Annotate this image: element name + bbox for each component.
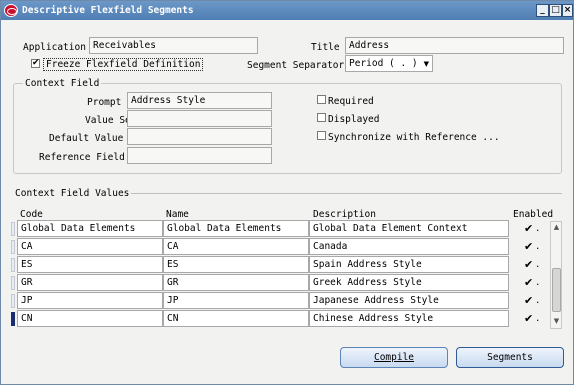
segment-separator-label: Segment Separator (247, 60, 345, 71)
default-value-label: Default Value (49, 133, 124, 144)
row-indicator[interactable] (11, 222, 15, 236)
name-cell[interactable]: GR (163, 274, 309, 291)
title-field[interactable]: Address (345, 37, 564, 54)
description-cell[interactable]: Japanese Address Style (309, 292, 509, 309)
title-label: Title (311, 42, 340, 53)
table-scrollbar[interactable]: ▲ ▼ (550, 221, 562, 329)
minimize-button[interactable]: _ (536, 4, 549, 17)
close-button[interactable]: × (562, 4, 573, 17)
name-cell[interactable]: ES (163, 256, 309, 273)
compile-button-label: Compile (373, 352, 415, 363)
prompt-label: Prompt (87, 97, 122, 108)
freeze-checkbox[interactable]: ✔ (31, 59, 40, 68)
column-header-code: Code (20, 209, 43, 220)
maximize-button[interactable]: □ (549, 4, 562, 17)
enabled-dot: . (535, 260, 541, 270)
synchronize-label: Synchronize with Reference ... (328, 132, 500, 143)
enabled-checkbox[interactable]: ✔ (524, 295, 533, 306)
description-cell[interactable]: Spain Address Style (309, 256, 509, 273)
scroll-up-icon[interactable]: ▲ (552, 223, 561, 233)
window-title: Descriptive Flexfield Segments (22, 5, 194, 16)
context-field-values-title: Context Field Values (13, 188, 132, 199)
row-indicator[interactable] (11, 258, 15, 272)
reference-field-field[interactable] (127, 147, 272, 164)
context-field-group-title: Context Field (23, 78, 102, 89)
segment-separator-value: Period ( . ) (349, 58, 418, 69)
oracle-logo-icon (4, 4, 18, 17)
scrollbar-thumb[interactable] (552, 268, 561, 312)
segment-separator-select[interactable]: Period ( . ) ▼ (345, 55, 433, 72)
compile-button[interactable]: Compile (340, 347, 448, 368)
description-cell[interactable]: Canada (309, 238, 509, 255)
name-cell[interactable]: CA (163, 238, 309, 255)
enabled-dot: . (535, 224, 541, 234)
segments-button[interactable]: Segments (456, 347, 564, 368)
enabled-checkbox[interactable]: ✔ (524, 223, 533, 234)
column-header-description: Description (313, 209, 376, 220)
title-bar: Descriptive Flexfield Segments _ □ × (1, 1, 573, 20)
code-cell[interactable]: GR (17, 274, 163, 291)
code-cell[interactable]: CN (17, 310, 163, 327)
code-cell[interactable]: JP (17, 292, 163, 309)
application-label: Application (23, 42, 86, 53)
name-cell[interactable]: Global Data Elements (163, 220, 309, 237)
displayed-label: Displayed (328, 114, 380, 125)
value-set-field[interactable] (127, 110, 272, 127)
code-cell[interactable]: ES (17, 256, 163, 273)
enabled-dot: . (535, 242, 541, 252)
required-checkbox[interactable] (317, 95, 326, 104)
checkmark-icon: ✔ (32, 58, 40, 68)
description-cell[interactable]: Chinese Address Style (309, 310, 509, 327)
row-indicator[interactable] (11, 294, 15, 308)
enabled-dot: . (535, 314, 541, 324)
enabled-dot: . (535, 296, 541, 306)
enabled-checkbox[interactable]: ✔ (524, 277, 533, 288)
enabled-dot: . (535, 278, 541, 288)
freeze-label: Freeze Flexfield Definition (43, 58, 204, 71)
default-value-field[interactable] (127, 128, 272, 145)
reference-field-label: Reference Field (39, 152, 125, 163)
row-indicator[interactable] (11, 276, 15, 290)
enabled-checkbox[interactable]: ✔ (524, 241, 533, 252)
description-cell[interactable]: Global Data Element Context (309, 220, 509, 237)
scroll-down-icon[interactable]: ▼ (552, 317, 561, 327)
column-header-enabled: Enabled (513, 209, 554, 220)
enabled-checkbox[interactable]: ✔ (524, 259, 533, 270)
descriptive-flexfield-segments-window: Descriptive Flexfield Segments _ □ × App… (0, 0, 574, 385)
segments-button-label: Segments (487, 352, 533, 363)
enabled-checkbox[interactable]: ✔ (524, 313, 533, 324)
synchronize-checkbox[interactable] (317, 131, 326, 140)
row-indicator[interactable] (11, 240, 15, 254)
name-cell[interactable]: JP (163, 292, 309, 309)
description-cell[interactable]: Greek Address Style (309, 274, 509, 291)
name-cell[interactable]: CN (163, 310, 309, 327)
application-field[interactable]: Receivables (89, 37, 258, 54)
required-label: Required (328, 96, 374, 107)
code-cell[interactable]: Global Data Elements (17, 220, 163, 237)
prompt-field[interactable]: Address Style (127, 92, 272, 109)
chevron-down-icon: ▼ (423, 60, 429, 68)
column-header-name: Name (166, 209, 189, 220)
current-row-indicator[interactable] (11, 312, 15, 326)
code-cell[interactable]: CA (17, 238, 163, 255)
displayed-checkbox[interactable] (317, 113, 326, 122)
